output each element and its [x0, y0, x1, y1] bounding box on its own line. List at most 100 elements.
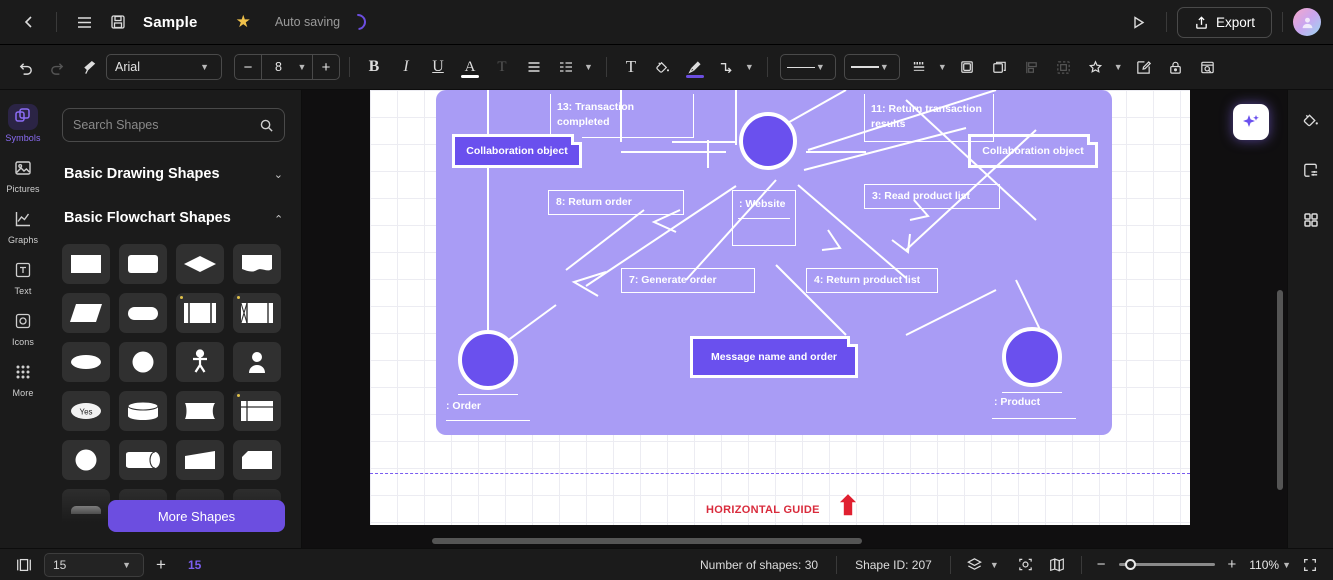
zoom-knob[interactable] — [1124, 559, 1136, 570]
horizontal-scrollbar[interactable] — [432, 538, 862, 544]
add-page-button[interactable]: + — [144, 553, 178, 577]
mini-map-button[interactable] — [1041, 553, 1073, 577]
shape-database-cylinder[interactable] — [119, 391, 167, 431]
font-size-dropdown-button[interactable]: ▼ — [295, 55, 313, 79]
connector-style-button[interactable] — [712, 52, 742, 82]
line-color-button[interactable] — [680, 52, 710, 82]
shape-actor[interactable] — [176, 342, 224, 382]
font-size-decrease-button[interactable]: − — [235, 55, 261, 79]
shape-internal-storage[interactable] — [233, 293, 281, 333]
find-replace-button[interactable] — [1193, 52, 1223, 82]
line-weight-button[interactable] — [905, 52, 935, 82]
effects-button[interactable] — [1081, 52, 1111, 82]
search-icon[interactable] — [259, 118, 274, 133]
shape-user-person[interactable] — [233, 342, 281, 382]
avatar[interactable] — [1293, 8, 1321, 36]
zoom-in-button[interactable]: + — [1221, 553, 1244, 577]
canvas-page[interactable]: 13: Transaction completed 11: Return tran… — [370, 90, 1190, 525]
export-button[interactable]: Export — [1176, 6, 1272, 38]
shape-rectangle[interactable] — [62, 244, 110, 284]
shape-parallelogram[interactable] — [62, 293, 110, 333]
apps-grid-button[interactable] — [1295, 204, 1327, 236]
panel-settings-button[interactable] — [1295, 154, 1327, 186]
lock-button[interactable] — [1161, 52, 1191, 82]
text-box-button[interactable]: T — [616, 52, 646, 82]
shape-predefined-process[interactable] — [176, 293, 224, 333]
focus-mode-button[interactable] — [1010, 553, 1041, 577]
message-box-4[interactable]: 4: Return product list — [806, 268, 938, 293]
line-style-select-2[interactable]: ▼ — [843, 54, 900, 80]
active-page-tab[interactable]: 15 — [178, 558, 211, 572]
shape-rounded-rectangle[interactable] — [119, 244, 167, 284]
page-select[interactable]: 15 ▼ — [44, 552, 144, 577]
back-button[interactable] — [12, 5, 46, 39]
favorite-star-icon[interactable]: ★ — [236, 12, 251, 32]
sidebar-item-graphs[interactable]: Graphs — [1, 200, 45, 249]
redo-button[interactable] — [42, 52, 72, 82]
node-order-circle[interactable] — [458, 330, 518, 390]
shape-extra-1[interactable] — [62, 489, 110, 529]
sidebar-item-more[interactable]: More — [1, 353, 45, 402]
collaboration-object-left[interactable]: Collaboration object — [452, 134, 582, 168]
message-name-and-order-box[interactable]: Message name and order — [690, 336, 858, 378]
sidebar-item-icons[interactable]: Icons — [1, 302, 45, 351]
align-objects-button[interactable] — [1017, 52, 1047, 82]
present-button[interactable] — [1122, 5, 1156, 39]
page-view-button[interactable] — [8, 553, 40, 577]
section-basic-drawing-shapes[interactable]: Basic Drawing Shapes ⌄ — [46, 162, 301, 186]
line-spacing-button[interactable] — [551, 52, 581, 82]
canvas-area[interactable]: 13: Transaction completed 11: Return tran… — [302, 90, 1287, 548]
undo-button[interactable] — [10, 52, 40, 82]
shape-diamond[interactable] — [176, 244, 224, 284]
more-shapes-button[interactable]: More Shapes — [108, 500, 285, 532]
message-box-8[interactable]: 8: Return order — [548, 190, 684, 215]
shape-wedge[interactable] — [176, 440, 224, 480]
underline-button[interactable]: U — [423, 52, 453, 82]
font-family-select[interactable]: Arial ▼ — [106, 54, 222, 80]
group-button[interactable] — [1049, 52, 1079, 82]
duplicate-button[interactable] — [985, 52, 1015, 82]
search-shapes-field[interactable] — [62, 108, 285, 142]
italic-button[interactable]: I — [391, 52, 421, 82]
shape-decision-yes[interactable]: Yes — [62, 391, 110, 431]
layers-button[interactable] — [953, 52, 983, 82]
font-color-button[interactable]: A — [455, 52, 485, 82]
horizontal-guide-line[interactable] — [370, 473, 1190, 474]
shape-document[interactable] — [233, 244, 281, 284]
vertical-scrollbar[interactable] — [1277, 290, 1283, 490]
format-painter-button[interactable] — [74, 52, 104, 82]
ai-assistant-button[interactable] — [1233, 104, 1269, 140]
collaboration-object-right[interactable]: Collaboration object — [968, 134, 1098, 168]
line-spacing-dropdown-button[interactable]: ▼ — [580, 62, 597, 72]
shape-flag[interactable] — [176, 391, 224, 431]
shape-card[interactable] — [233, 440, 281, 480]
zoom-slider[interactable] — [1118, 559, 1215, 570]
font-size-value[interactable]: 8 — [261, 55, 295, 79]
effects-dropdown-button[interactable]: ▼ — [1110, 62, 1127, 72]
shape-direct-data[interactable] — [119, 440, 167, 480]
shape-circle[interactable] — [119, 342, 167, 382]
node-website-circle[interactable] — [739, 112, 797, 170]
save-button[interactable] — [101, 5, 135, 39]
menu-button[interactable] — [67, 5, 101, 39]
edit-button[interactable] — [1129, 52, 1159, 82]
line-weight-dropdown-button[interactable]: ▼ — [934, 62, 951, 72]
font-size-stepper[interactable]: − 8 ▼ + — [234, 54, 340, 80]
connector-dropdown-button[interactable]: ▼ — [741, 62, 758, 72]
fill-style-button[interactable] — [1295, 104, 1327, 136]
shape-stadium[interactable] — [119, 293, 167, 333]
shape-ellipse[interactable] — [62, 342, 110, 382]
sidebar-item-symbols[interactable]: Symbols — [1, 98, 45, 147]
message-box-3[interactable]: 3: Read product list — [864, 184, 1000, 209]
sidebar-item-pictures[interactable]: Pictures — [1, 149, 45, 198]
shape-circle-connector[interactable] — [62, 440, 110, 480]
shape-table-shape[interactable] — [233, 391, 281, 431]
text-align-button[interactable] — [519, 52, 549, 82]
bold-button[interactable]: B — [359, 52, 389, 82]
zoom-dropdown-button[interactable]: ▼ — [1278, 560, 1295, 570]
search-input[interactable] — [73, 118, 253, 132]
line-style-select-1[interactable]: ▼ — [779, 54, 836, 80]
node-product-circle[interactable] — [1002, 327, 1062, 387]
font-size-increase-button[interactable]: + — [313, 55, 339, 79]
uml-collaboration-diagram[interactable]: 13: Transaction completed 11: Return tran… — [436, 90, 1112, 435]
